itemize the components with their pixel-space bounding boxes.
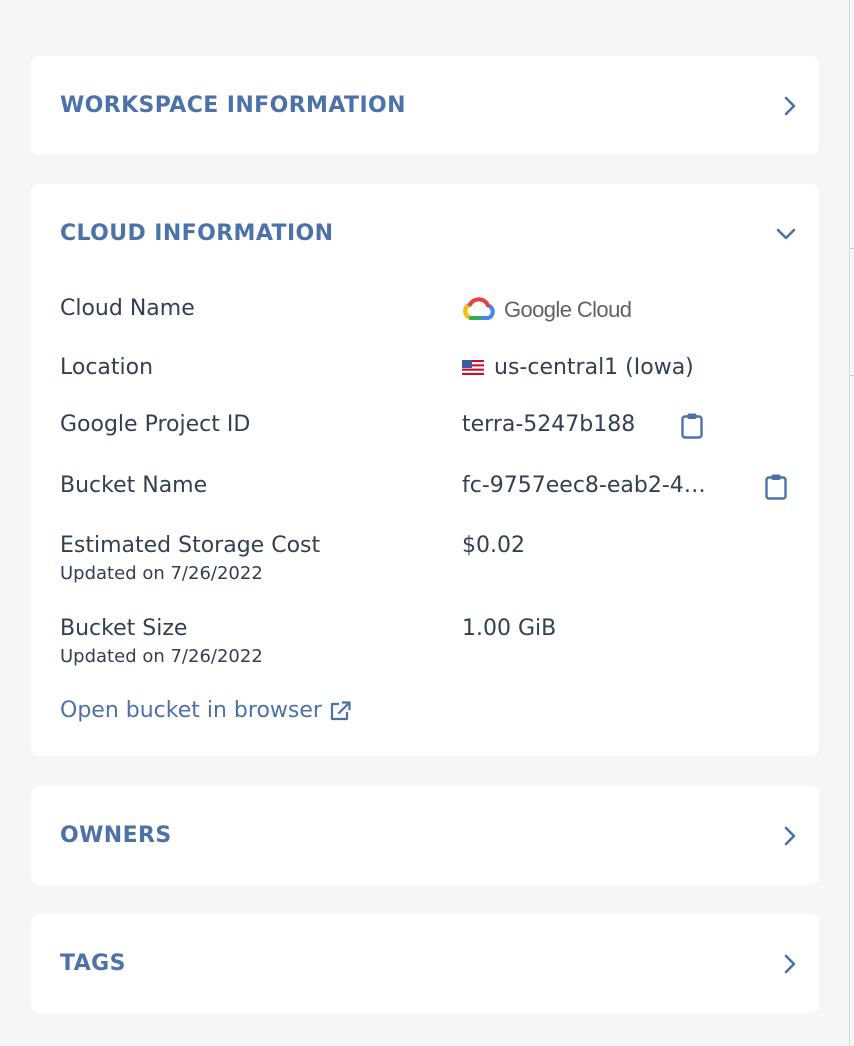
copy-bucket-name-button[interactable] [764, 473, 788, 505]
tags-header[interactable]: TAGS [31, 914, 819, 1013]
storage-cost-label: Estimated Storage Cost [60, 533, 321, 558]
bucket-size-value: 1.00 GiB [462, 616, 557, 641]
google-cloud-icon [463, 297, 495, 320]
chevron-down-icon [775, 227, 797, 241]
chevron-right-icon [783, 953, 797, 975]
copy-project-id-button[interactable] [680, 412, 704, 444]
bucket-size-updated: Updated on 7/26/2022 [60, 646, 263, 667]
chevron-right-icon [783, 95, 797, 117]
tags-panel: TAGS [31, 914, 819, 1013]
location-value: us-central1 (Iowa) [494, 355, 694, 380]
open-bucket-link[interactable]: Open bucket in browser [60, 698, 352, 723]
storage-cost-updated: Updated on 7/26/2022 [60, 563, 263, 584]
clipboard-icon [681, 413, 703, 439]
workspace-information-header[interactable]: WORKSPACE INFORMATION [31, 56, 819, 155]
google-cloud-logo: Google Cloud [462, 296, 632, 324]
cloud-name-value: Google Cloud [504, 297, 632, 322]
panel-divider [849, 0, 850, 1046]
owners-header[interactable]: OWNERS [31, 786, 819, 885]
panel-title: OWNERS [60, 823, 172, 848]
bucket-size-label: Bucket Size [60, 616, 188, 641]
clipboard-icon [765, 474, 787, 500]
divider-tick [850, 375, 854, 376]
project-id-value: terra-5247b188 [462, 412, 636, 437]
cloud-name-label: Cloud Name [60, 296, 195, 321]
bucket-name-label: Bucket Name [60, 473, 208, 498]
location-label: Location [60, 355, 154, 380]
chevron-right-icon [783, 825, 797, 847]
bucket-name-value: fc-9757eec8-eab2-4… [462, 473, 706, 498]
external-link-icon [330, 700, 351, 720]
us-flag-icon [462, 360, 484, 375]
cloud-information-header[interactable]: CLOUD INFORMATION [31, 184, 819, 283]
panel-title: TAGS [60, 951, 126, 976]
divider-tick [850, 248, 854, 249]
open-bucket-label: Open bucket in browser [60, 698, 322, 723]
project-id-label: Google Project ID [60, 412, 251, 437]
panel-title: CLOUD INFORMATION [60, 221, 334, 246]
panel-title: WORKSPACE INFORMATION [60, 93, 406, 118]
workspace-information-panel: WORKSPACE INFORMATION [31, 56, 819, 155]
owners-panel: OWNERS [31, 786, 819, 885]
storage-cost-value: $0.02 [462, 533, 525, 558]
cloud-information-panel: CLOUD INFORMATION Cloud Name Google Clou… [31, 184, 819, 756]
